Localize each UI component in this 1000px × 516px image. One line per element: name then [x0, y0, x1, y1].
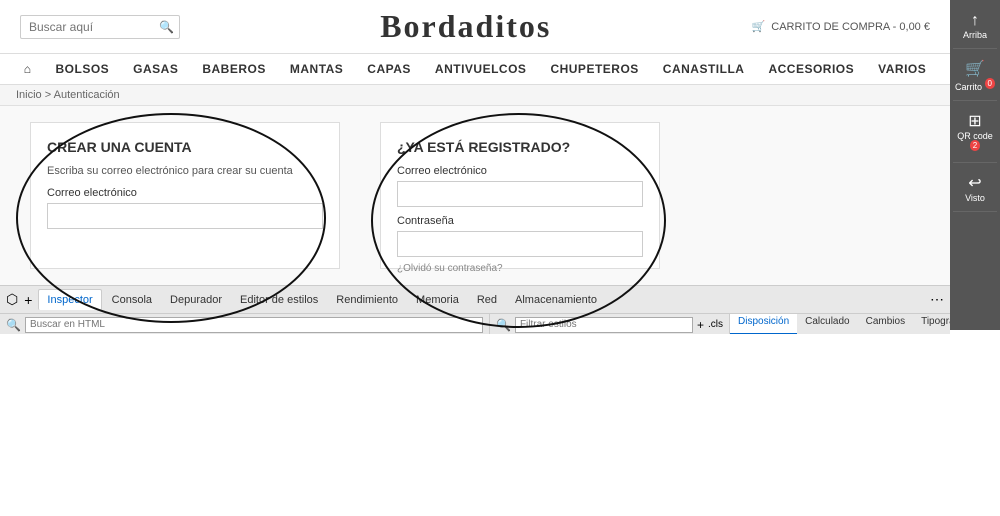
tab-tipografia[interactable]: Tipografía: [913, 314, 950, 334]
cart-icon: 🛒: [752, 20, 766, 33]
devtools-pointer-icon[interactable]: ⬡: [6, 291, 18, 308]
cls-button[interactable]: .cls: [708, 319, 723, 330]
side-btn-carrito[interactable]: 🛒 Carrito 0: [953, 51, 997, 101]
devtools-html-panel: 🔍 ▶ <a href="https://bordaditos.es/" tit…: [0, 314, 490, 334]
devtools-body: 🔍 ▶ <a href="https://bordaditos.es/" tit…: [0, 314, 950, 334]
site-logo: Bordaditos: [380, 8, 551, 45]
side-btn-arriba-label: Arriba: [963, 30, 987, 40]
login-title: ¿YA ESTÁ REGISTRADO?: [397, 139, 643, 155]
side-btn-visto-label: Visto: [965, 193, 985, 203]
styles-filter-input[interactable]: [515, 317, 693, 333]
nav-varios[interactable]: VARIOS: [878, 62, 926, 76]
tab-disposicion[interactable]: Disposición: [730, 314, 797, 334]
html-search-input[interactable]: [25, 317, 483, 333]
password-input[interactable]: [397, 231, 643, 257]
email-label-login: Correo electrónico: [397, 165, 643, 177]
nav-chupeteros[interactable]: CHUPETEROS: [550, 62, 638, 76]
nav-capas[interactable]: CAPAS: [367, 62, 411, 76]
email-input-create[interactable]: [47, 203, 323, 229]
devtools-toolbar: ⬡ + Inspector Consola Depurador Editor d…: [0, 286, 950, 314]
search-input[interactable]: [29, 20, 159, 34]
filter-icon: 🔍: [496, 318, 511, 332]
email-input-login[interactable]: [397, 181, 643, 207]
devtools-styles-panel: 🔍 + .cls ▶ Pseudo-elementos Este element…: [490, 314, 730, 334]
tab-cambios[interactable]: Cambios: [858, 314, 913, 334]
devtools-html-toolbar: 🔍: [0, 314, 489, 334]
nav-canastilla[interactable]: CANASTILLA: [663, 62, 745, 76]
top-header: 🔍 Bordaditos 🛒 CARRITO DE COMPRA - 0,00 …: [0, 0, 950, 54]
side-btn-visto[interactable]: ↩ Visto: [953, 165, 997, 212]
nav-gasas[interactable]: GASAS: [133, 62, 178, 76]
nav-bolsos[interactable]: BOLSOS: [55, 62, 109, 76]
create-account-title: CREAR UNA CUENTA: [47, 139, 323, 155]
side-btn-arriba[interactable]: ↑ Arriba: [953, 4, 997, 49]
nav-antivuelcos[interactable]: ANTIVUELCOS: [435, 62, 527, 76]
visto-icon: ↩: [955, 173, 995, 193]
create-account-desc: Escriba su correo electrónico para crear…: [47, 165, 323, 177]
tab-consola[interactable]: Consola: [104, 290, 160, 310]
cart-label: CARRITO DE COMPRA - 0,00 €: [771, 21, 930, 33]
breadcrumb: Inicio > Autenticación: [0, 85, 950, 106]
search-icon: 🔍: [159, 20, 174, 34]
tab-red[interactable]: Red: [469, 290, 505, 310]
devtools-styles-toolbar: 🔍 + .cls: [490, 314, 729, 334]
cart-area[interactable]: 🛒 CARRITO DE COMPRA - 0,00 €: [752, 20, 930, 33]
nav-accesorios[interactable]: ACCESORIOS: [768, 62, 854, 76]
devtools-right-tabs: Disposición Calculado Cambios Tipografía: [730, 314, 950, 334]
devtools-panel: ⬡ + Inspector Consola Depurador Editor d…: [0, 286, 950, 334]
qr-badge: 2: [970, 140, 980, 151]
nav-home[interactable]: ⌂: [24, 62, 32, 76]
tab-depurador[interactable]: Depurador: [162, 290, 230, 310]
main-content: CREAR UNA CUENTA Escriba su correo elect…: [0, 106, 950, 286]
create-account-box: CREAR UNA CUENTA Escriba su correo elect…: [30, 122, 340, 269]
qr-icon: ⊞: [955, 111, 995, 131]
navigation-bar: ⌂ BOLSOS GASAS BABEROS MANTAS CAPAS ANTI…: [0, 54, 950, 85]
arrow-up-icon: ↑: [955, 12, 995, 30]
tab-memoria[interactable]: Memoria: [408, 290, 467, 310]
nav-baberos[interactable]: BABEROS: [202, 62, 266, 76]
email-label-create: Correo electrónico: [47, 187, 323, 199]
tab-rendimiento[interactable]: Rendimiento: [328, 290, 406, 310]
side-btn-carrito-label: Carrito: [955, 82, 982, 92]
devtools-right-panel: Disposición Calculado Cambios Tipografía…: [730, 314, 950, 334]
add-style-icon[interactable]: +: [697, 318, 704, 332]
devtools-more-icon[interactable]: ⋯: [930, 291, 944, 308]
nav-mantas[interactable]: MANTAS: [290, 62, 343, 76]
tab-editor[interactable]: Editor de estilos: [232, 290, 326, 310]
login-box: ¿YA ESTÁ REGISTRADO? Correo electrónico …: [380, 122, 660, 269]
devtools-select-icon[interactable]: +: [24, 292, 32, 308]
tab-calculado[interactable]: Calculado: [797, 314, 857, 334]
tab-almacenamiento[interactable]: Almacenamiento: [507, 290, 605, 310]
side-action-bar: ↑ Arriba 🛒 Carrito 0 ⊞ QR code 2 ↩ Visto: [950, 0, 1000, 330]
tab-inspector[interactable]: Inspector: [38, 289, 101, 310]
search-icon-html: 🔍: [6, 318, 21, 332]
cart-side-icon: 🛒: [955, 59, 995, 79]
side-btn-qr[interactable]: ⊞ QR code 2: [953, 103, 997, 163]
password-label: Contraseña: [397, 215, 643, 227]
search-box[interactable]: 🔍: [20, 15, 180, 39]
cart-badge: 0: [985, 78, 995, 89]
forgot-password[interactable]: ¿Olvidó su contraseña?: [397, 263, 643, 274]
